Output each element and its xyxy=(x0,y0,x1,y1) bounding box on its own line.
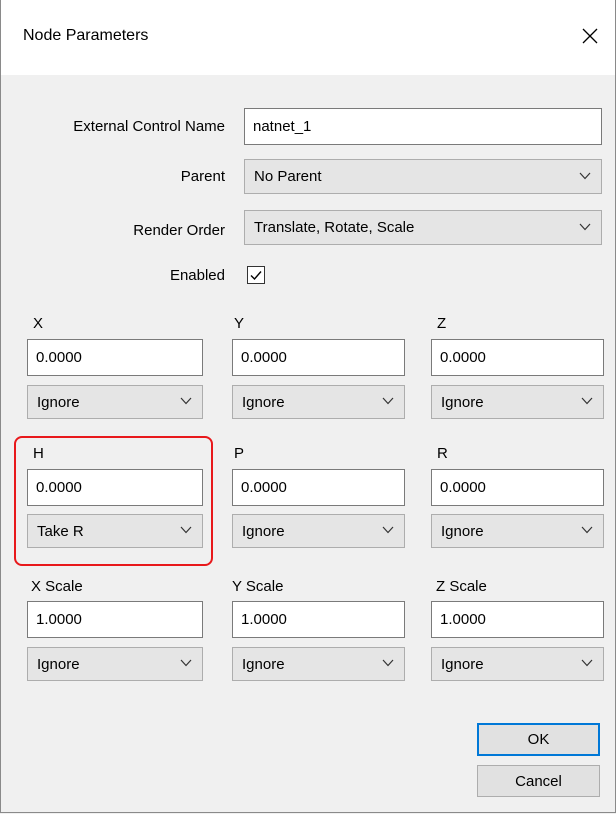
x-scale-mode-value: Ignore xyxy=(37,655,80,673)
chevron-down-icon xyxy=(382,397,394,405)
y-scale-value: 1.0000 xyxy=(241,611,287,628)
x-mode-dropdown[interactable]: Ignore xyxy=(27,385,203,419)
node-parameters-dialog: Node Parameters External Control Name na… xyxy=(0,0,616,813)
y-input[interactable]: 0.0000 xyxy=(232,339,405,376)
z-mode-value: Ignore xyxy=(441,393,484,411)
z-scale-value: 1.0000 xyxy=(440,611,486,628)
p-mode-dropdown[interactable]: Ignore xyxy=(232,514,405,548)
r-mode-value: Ignore xyxy=(441,522,484,540)
r-label: R xyxy=(437,445,448,462)
x-scale-mode-dropdown[interactable]: Ignore xyxy=(27,647,203,681)
title-bar: Node Parameters xyxy=(1,0,615,75)
checkmark-icon xyxy=(250,271,262,281)
enabled-checkbox[interactable] xyxy=(247,266,265,284)
chevron-down-icon xyxy=(180,659,192,667)
h-input[interactable]: 0.0000 xyxy=(27,469,203,506)
parent-dropdown[interactable]: No Parent xyxy=(244,159,602,194)
x-scale-label: X Scale xyxy=(31,578,83,595)
external-control-name-value: natnet_1 xyxy=(253,118,312,135)
chevron-down-icon xyxy=(581,397,593,405)
x-label: X xyxy=(33,315,44,332)
y-mode-dropdown[interactable]: Ignore xyxy=(232,385,405,419)
h-mode-dropdown[interactable]: Take R xyxy=(27,514,203,548)
parent-label: Parent xyxy=(180,168,225,185)
z-label: Z xyxy=(437,315,447,332)
z-mode-dropdown[interactable]: Ignore xyxy=(431,385,604,419)
z-input[interactable]: 0.0000 xyxy=(431,339,604,376)
y-scale-mode-value: Ignore xyxy=(242,655,285,673)
y-mode-value: Ignore xyxy=(242,393,285,411)
chevron-down-icon xyxy=(579,223,591,230)
chevron-down-icon xyxy=(579,172,591,179)
chevron-down-icon xyxy=(581,526,593,534)
z-scale-input[interactable]: 1.0000 xyxy=(431,601,604,638)
parent-value: No Parent xyxy=(254,168,322,185)
y-scale-input[interactable]: 1.0000 xyxy=(232,601,405,638)
close-icon xyxy=(582,28,598,44)
z-scale-mode-dropdown[interactable]: Ignore xyxy=(431,647,604,681)
r-value: 0.0000 xyxy=(440,479,486,496)
dialog-title: Node Parameters xyxy=(23,27,149,44)
cancel-button[interactable]: Cancel xyxy=(477,765,600,797)
external-control-name-label: External Control Name xyxy=(73,118,225,135)
close-button[interactable] xyxy=(576,22,604,50)
y-label: Y xyxy=(234,315,245,332)
render-order-label: Render Order xyxy=(133,222,225,239)
p-label: P xyxy=(234,445,245,462)
ok-button[interactable]: OK xyxy=(477,723,600,756)
y-scale-mode-dropdown[interactable]: Ignore xyxy=(232,647,405,681)
chevron-down-icon xyxy=(382,659,394,667)
render-order-dropdown[interactable]: Translate, Rotate, Scale xyxy=(244,210,602,245)
chevron-down-icon xyxy=(180,526,192,534)
y-scale-label: Y Scale xyxy=(232,578,284,595)
external-control-name-input[interactable]: natnet_1 xyxy=(244,108,602,145)
ok-button-label: OK xyxy=(527,731,550,748)
x-scale-value: 1.0000 xyxy=(36,611,82,628)
p-value: 0.0000 xyxy=(241,479,287,496)
r-input[interactable]: 0.0000 xyxy=(431,469,604,506)
x-value: 0.0000 xyxy=(36,349,82,366)
cancel-button-label: Cancel xyxy=(515,772,562,790)
h-value: 0.0000 xyxy=(36,479,82,496)
z-value: 0.0000 xyxy=(440,349,486,366)
h-label: H xyxy=(33,445,44,462)
p-input[interactable]: 0.0000 xyxy=(232,469,405,506)
p-mode-value: Ignore xyxy=(242,522,285,540)
x-mode-value: Ignore xyxy=(37,393,80,411)
render-order-value: Translate, Rotate, Scale xyxy=(254,219,415,236)
chevron-down-icon xyxy=(581,659,593,667)
enabled-label: Enabled xyxy=(169,267,225,284)
y-value: 0.0000 xyxy=(241,349,287,366)
h-mode-value: Take R xyxy=(37,522,84,540)
z-scale-mode-value: Ignore xyxy=(441,655,484,673)
z-scale-label: Z Scale xyxy=(436,578,487,595)
chevron-down-icon xyxy=(382,526,394,534)
x-scale-input[interactable]: 1.0000 xyxy=(27,601,203,638)
chevron-down-icon xyxy=(180,397,192,405)
r-mode-dropdown[interactable]: Ignore xyxy=(431,514,604,548)
x-input[interactable]: 0.0000 xyxy=(27,339,203,376)
